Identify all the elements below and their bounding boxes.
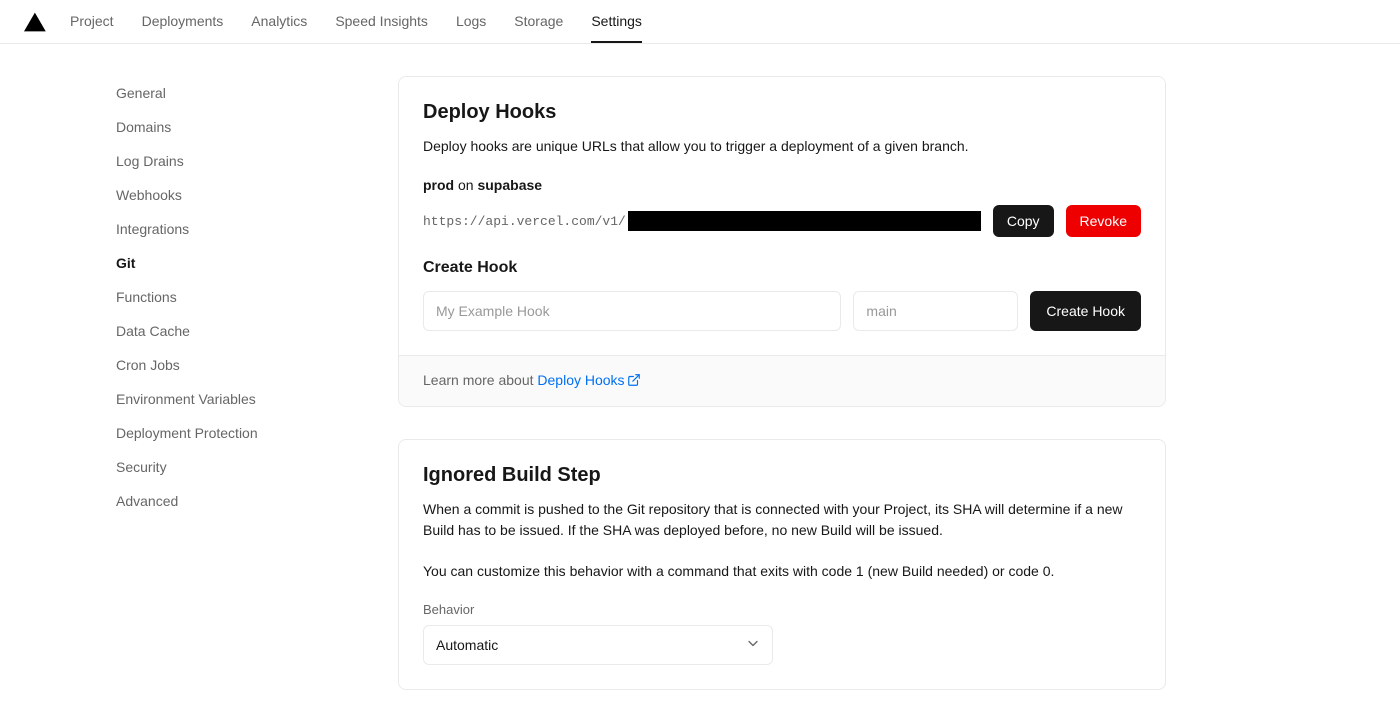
sidebar-item-deployment-protection[interactable]: Deployment Protection xyxy=(116,416,280,450)
behavior-select[interactable]: Automatic xyxy=(423,625,773,665)
external-link-icon xyxy=(627,373,641,390)
deploy-hooks-description: Deploy hooks are unique URLs that allow … xyxy=(423,136,1141,157)
sidebar-item-webhooks[interactable]: Webhooks xyxy=(116,178,280,212)
main-content: Deploy Hooks Deploy hooks are unique URL… xyxy=(280,76,1282,722)
behavior-label: Behavior xyxy=(423,602,1141,617)
settings-sidebar: General Domains Log Drains Webhooks Inte… xyxy=(0,76,280,722)
nav-tab-speed-insights[interactable]: Speed Insights xyxy=(335,0,428,43)
hook-url-prefix: https://api.vercel.com/v1/ xyxy=(423,214,626,229)
logo[interactable] xyxy=(24,12,46,32)
deploy-hooks-learn-more-link[interactable]: Deploy Hooks xyxy=(537,372,640,388)
hook-on-word: on xyxy=(458,177,474,193)
footer-prefix: Learn more about xyxy=(423,372,537,388)
sidebar-item-git[interactable]: Git xyxy=(116,246,280,280)
sidebar-item-log-drains[interactable]: Log Drains xyxy=(116,144,280,178)
create-hook-title: Create Hook xyxy=(423,259,1141,277)
deploy-hooks-card: Deploy Hooks Deploy hooks are unique URL… xyxy=(398,76,1166,407)
triangle-logo-icon xyxy=(24,12,46,32)
create-hook-row: Create Hook xyxy=(423,291,1141,331)
sidebar-item-environment-variables[interactable]: Environment Variables xyxy=(116,382,280,416)
ignored-build-step-p1: When a commit is pushed to the Git repos… xyxy=(423,499,1141,541)
deploy-hooks-footer: Learn more about Deploy Hooks xyxy=(399,355,1165,406)
hook-url-row: https://api.vercel.com/v1/ Copy Revoke xyxy=(423,205,1141,237)
nav-tabs: Project Deployments Analytics Speed Insi… xyxy=(70,0,642,43)
hook-branch-input[interactable] xyxy=(853,291,1018,331)
sidebar-item-advanced[interactable]: Advanced xyxy=(116,484,280,518)
create-hook-button[interactable]: Create Hook xyxy=(1030,291,1141,331)
hook-name-input[interactable] xyxy=(423,291,841,331)
sidebar-item-security[interactable]: Security xyxy=(116,450,280,484)
nav-tab-logs[interactable]: Logs xyxy=(456,0,486,43)
nav-tab-deployments[interactable]: Deployments xyxy=(142,0,224,43)
ignored-build-step-body: Ignored Build Step When a commit is push… xyxy=(399,440,1165,689)
deploy-hooks-title: Deploy Hooks xyxy=(423,101,1141,124)
revoke-button[interactable]: Revoke xyxy=(1066,205,1141,237)
sidebar-item-data-cache[interactable]: Data Cache xyxy=(116,314,280,348)
nav-tab-project[interactable]: Project xyxy=(70,0,114,43)
ignored-build-step-card: Ignored Build Step When a commit is push… xyxy=(398,439,1166,690)
sidebar-item-cron-jobs[interactable]: Cron Jobs xyxy=(116,348,280,382)
sidebar-item-functions[interactable]: Functions xyxy=(116,280,280,314)
copy-button[interactable]: Copy xyxy=(993,205,1054,237)
hook-url-redacted xyxy=(628,211,981,231)
topbar: Project Deployments Analytics Speed Insi… xyxy=(0,0,1400,44)
page-content: General Domains Log Drains Webhooks Inte… xyxy=(0,44,1400,722)
nav-tab-storage[interactable]: Storage xyxy=(514,0,563,43)
ignored-build-step-title: Ignored Build Step xyxy=(423,464,1141,487)
hook-label: prod on supabase xyxy=(423,177,1141,193)
hook-url: https://api.vercel.com/v1/ xyxy=(423,211,981,231)
deploy-hooks-body: Deploy Hooks Deploy hooks are unique URL… xyxy=(399,77,1165,355)
ignored-build-step-p2: You can customize this behavior with a c… xyxy=(423,561,1141,582)
nav-tab-settings[interactable]: Settings xyxy=(591,0,642,43)
behavior-select-wrapper: Automatic xyxy=(423,625,773,665)
nav-tab-analytics[interactable]: Analytics xyxy=(251,0,307,43)
sidebar-item-integrations[interactable]: Integrations xyxy=(116,212,280,246)
hook-name: prod xyxy=(423,177,454,193)
sidebar-item-domains[interactable]: Domains xyxy=(116,110,280,144)
hook-repo: supabase xyxy=(477,177,542,193)
sidebar-item-general[interactable]: General xyxy=(116,76,280,110)
